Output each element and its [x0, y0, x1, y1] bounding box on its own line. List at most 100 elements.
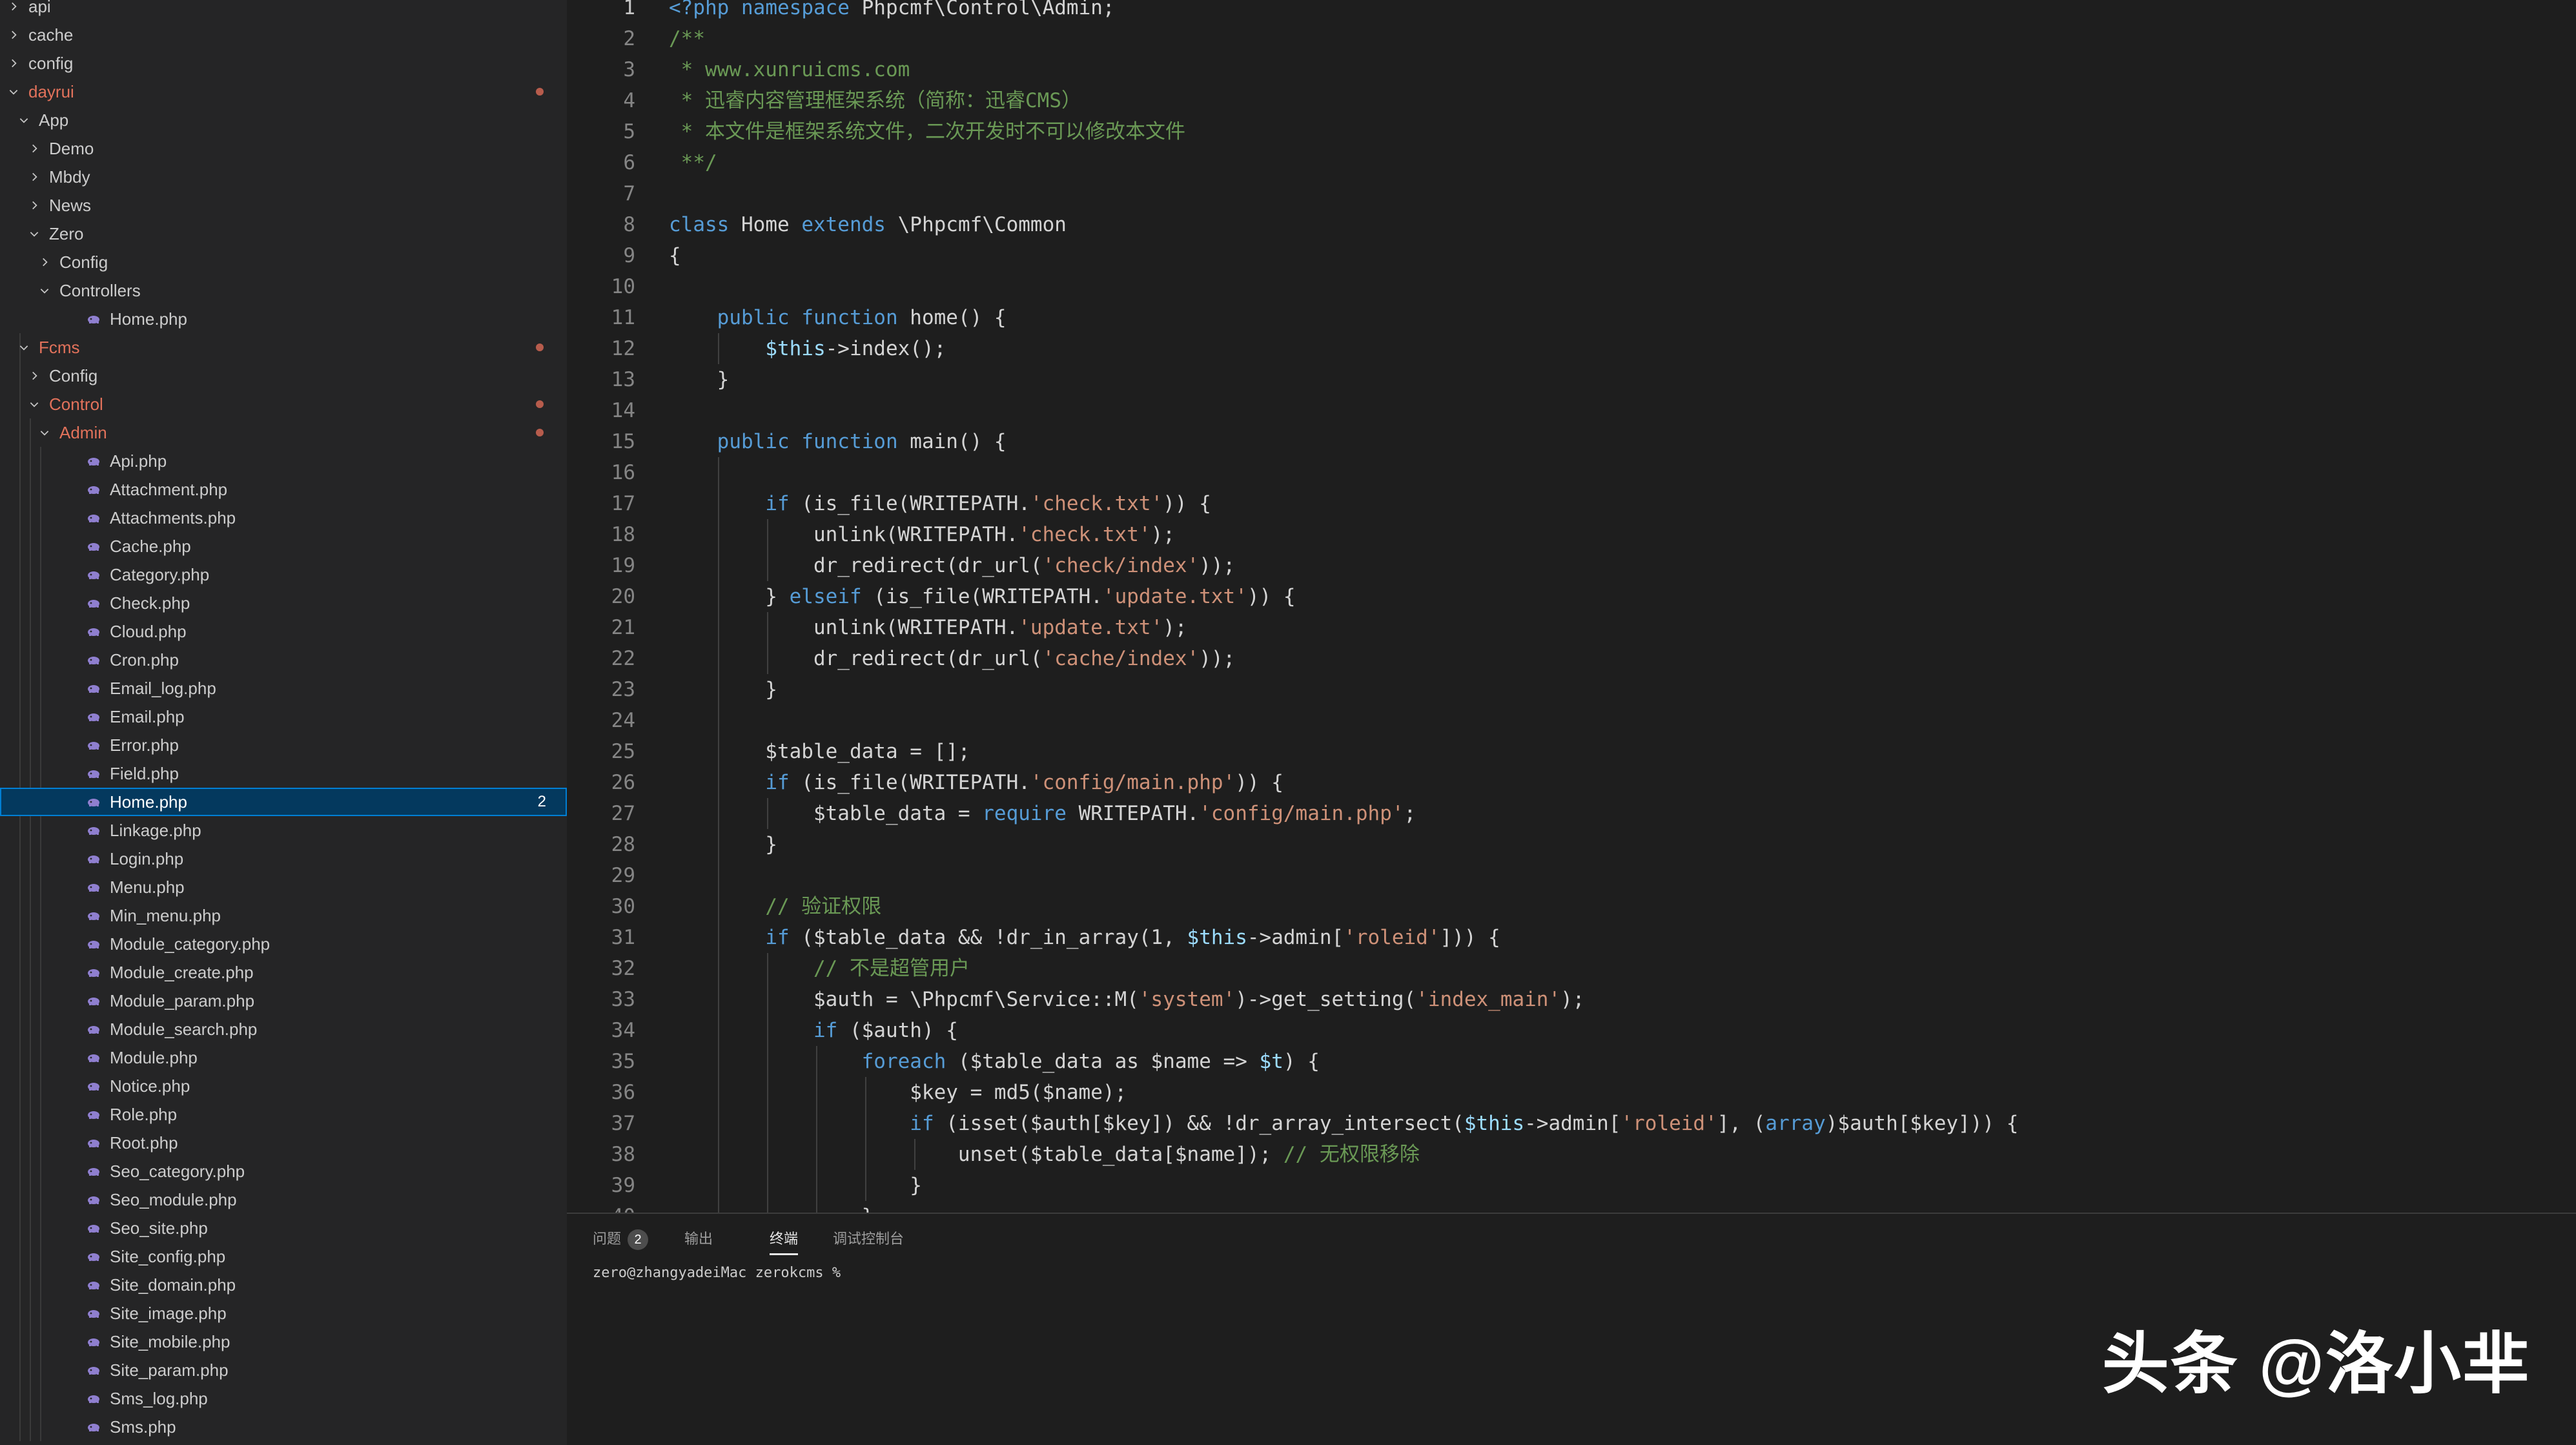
code-line[interactable]: 3 * www.xunruicms.com	[567, 54, 2576, 85]
code-line[interactable]: 1 <?php namespace Phpcmf\Control\Admin;	[567, 0, 2576, 23]
code-line[interactable]: 10	[567, 271, 2576, 302]
tree-file-cron-php[interactable]: Cron.php	[0, 646, 567, 674]
tree-folder-config[interactable]: Config	[0, 362, 567, 390]
terminal-prompt[interactable]: zero@zhangyadeiMac zerokcms %	[593, 1260, 849, 1286]
tree-file-site-image-php[interactable]: Site_image.php	[0, 1299, 567, 1327]
tree-file-field-php[interactable]: Field.php	[0, 759, 567, 788]
code-line[interactable]: 37 if (isset($auth[$key]) && !dr_array_i…	[567, 1108, 2576, 1139]
tree-file-site-domain-php[interactable]: Site_domain.php	[0, 1271, 567, 1299]
tree-file-site-param-php[interactable]: Site_param.php	[0, 1356, 567, 1384]
tree-file-email-php[interactable]: Email.php	[0, 702, 567, 731]
tree-file-seo-site-php[interactable]: Seo_site.php	[0, 1214, 567, 1242]
tree-file-category-php[interactable]: Category.php	[0, 560, 567, 589]
code-line[interactable]: 27 $table_data = require WRITEPATH.'conf…	[567, 798, 2576, 829]
code-line[interactable]: 6 **/	[567, 147, 2576, 178]
tree-file-sms-log-php[interactable]: Sms_log.php	[0, 1384, 567, 1413]
tree-folder-control[interactable]: Control	[0, 390, 567, 418]
tree-file-seo-module-php[interactable]: Seo_module.php	[0, 1185, 567, 1214]
code-line[interactable]: 22 dr_redirect(dr_url('cache/index'));	[567, 643, 2576, 674]
code-line[interactable]: 29	[567, 860, 2576, 891]
code-line[interactable]: 20 } elseif (is_file(WRITEPATH.'update.t…	[567, 581, 2576, 612]
code-line[interactable]: 36 $key = md5($name);	[567, 1077, 2576, 1108]
tree-file-error-php[interactable]: Error.php	[0, 731, 567, 759]
code-line[interactable]: 8 class Home extends \Phpcmf\Common	[567, 209, 2576, 240]
code-line[interactable]: 33 $auth = \Phpcmf\Service::M('system')-…	[567, 984, 2576, 1015]
tree-folder-config[interactable]: config	[0, 49, 567, 77]
tree-file-home-php[interactable]: Home.php 2	[0, 788, 567, 816]
tree-folder-zero[interactable]: Zero	[0, 220, 567, 248]
code-line[interactable]: 21 unlink(WRITEPATH.'update.txt');	[567, 612, 2576, 643]
code-line[interactable]: 18 unlink(WRITEPATH.'check.txt');	[567, 519, 2576, 550]
code-line[interactable]: 14	[567, 395, 2576, 426]
code-line[interactable]: 12 $this->index();	[567, 333, 2576, 364]
panel-tab-0[interactable]: 问题 2	[593, 1223, 649, 1255]
tree-folder-news[interactable]: News	[0, 191, 567, 220]
code-editor[interactable]: 1 <?php namespace Phpcmf\Control\Admin; 2 /…	[567, 0, 2576, 1213]
tree-folder-dayrui[interactable]: dayrui	[0, 77, 567, 106]
tree-file-attachment-php[interactable]: Attachment.php	[0, 475, 567, 504]
tree-folder-app[interactable]: App	[0, 106, 567, 134]
tree-file-notice-php[interactable]: Notice.php	[0, 1072, 567, 1100]
tree-file-check-php[interactable]: Check.php	[0, 589, 567, 617]
code-line[interactable]: 30 // 验证权限	[567, 891, 2576, 922]
tree-folder-controllers[interactable]: Controllers	[0, 276, 567, 305]
tree-item-label: Sms.php	[110, 1417, 176, 1437]
code-line[interactable]: 16	[567, 457, 2576, 488]
tree-file-site-mobile-php[interactable]: Site_mobile.php	[0, 1327, 567, 1356]
tree-folder-cache[interactable]: cache	[0, 21, 567, 49]
tree-file-module-php[interactable]: Module.php	[0, 1043, 567, 1072]
panel-tab-3[interactable]: 调试控制台	[833, 1223, 904, 1255]
code-line[interactable]: 32 // 不是超管用户	[567, 953, 2576, 984]
code-line[interactable]: 31 if ($table_data && !dr_in_array(1, $t…	[567, 922, 2576, 953]
tree-file-email-log-php[interactable]: Email_log.php	[0, 674, 567, 702]
tree-file-root-php[interactable]: Root.php	[0, 1129, 567, 1157]
code-line[interactable]: 19 dr_redirect(dr_url('check/index'));	[567, 550, 2576, 581]
tree-file-attachments-php[interactable]: Attachments.php	[0, 504, 567, 532]
tree-folder-fcms[interactable]: Fcms	[0, 333, 567, 362]
tree-file-login-php[interactable]: Login.php	[0, 845, 567, 873]
code-line[interactable]: 9{	[567, 240, 2576, 271]
line-number: 33	[611, 988, 635, 1011]
tree-folder-admin[interactable]: Admin	[0, 418, 567, 447]
tree-folder-demo[interactable]: Demo	[0, 134, 567, 163]
code-line[interactable]: 28 }	[567, 829, 2576, 860]
code-line[interactable]: 7	[567, 178, 2576, 209]
code-line[interactable]: 26 if (is_file(WRITEPATH.'config/main.ph…	[567, 767, 2576, 798]
tree-folder-config[interactable]: Config	[0, 248, 567, 276]
tree-file-home-php[interactable]: Home.php	[0, 305, 567, 333]
tree-file-cache-php[interactable]: Cache.php	[0, 532, 567, 560]
tree-file-module-category-php[interactable]: Module_category.php	[0, 930, 567, 958]
code-line[interactable]: 39 }	[567, 1170, 2576, 1201]
code-line[interactable]: 4 * 迅睿内容管理框架系统（简称：迅睿CMS）	[567, 85, 2576, 116]
code-line[interactable]: 23 }	[567, 674, 2576, 705]
tree-file-min-menu-php[interactable]: Min_menu.php	[0, 901, 567, 930]
code-line[interactable]: 17 if (is_file(WRITEPATH.'check.txt')) {	[567, 488, 2576, 519]
tree-file-seo-category-php[interactable]: Seo_category.php	[0, 1157, 567, 1185]
tree-file-linkage-php[interactable]: Linkage.php	[0, 816, 567, 845]
tree-file-role-php[interactable]: Role.php	[0, 1100, 567, 1129]
code-line[interactable]: 34 if ($auth) {	[567, 1015, 2576, 1046]
code-line[interactable]: 24	[567, 705, 2576, 736]
code-line[interactable]: 11 public function home() {	[567, 302, 2576, 333]
code-line[interactable]: 15 public function main() {	[567, 426, 2576, 457]
code-line[interactable]: 5 * 本文件是框架系统文件，二次开发时不可以修改本文件	[567, 116, 2576, 147]
code-line[interactable]: 2 /**	[567, 23, 2576, 54]
tree-file-cloud-php[interactable]: Cloud.php	[0, 617, 567, 646]
tree-file-sms-php[interactable]: Sms.php	[0, 1413, 567, 1441]
panel-tab-1[interactable]: 输出	[684, 1223, 713, 1255]
tree-file-module-search-php[interactable]: Module_search.php	[0, 1015, 567, 1043]
panel-tab-2[interactable]: 终端	[770, 1223, 799, 1255]
code-line[interactable]: 13 }	[567, 364, 2576, 395]
tree-file-menu-php[interactable]: Menu.php	[0, 873, 567, 901]
code-line[interactable]: 38 unset($table_data[$name]); // 无权限移除	[567, 1139, 2576, 1170]
tree-file-api-php[interactable]: Api.php	[0, 447, 567, 475]
tree-file-site-config-php[interactable]: Site_config.php	[0, 1242, 567, 1271]
tree-file-module-create-php[interactable]: Module_create.php	[0, 958, 567, 987]
tree-folder-api[interactable]: api	[0, 0, 567, 21]
code-line[interactable]: 35 foreach ($table_data as $name => $t) …	[567, 1046, 2576, 1077]
tree-file-module-param-php[interactable]: Module_param.php	[0, 987, 567, 1015]
code-line[interactable]: 40 }	[567, 1201, 2576, 1213]
tree-folder-mbdy[interactable]: Mbdy	[0, 163, 567, 191]
explorer-sidebar: api cache config dayrui App Demo Mbdy News Zero C…	[0, 0, 567, 1445]
code-line[interactable]: 25 $table_data = [];	[567, 736, 2576, 767]
